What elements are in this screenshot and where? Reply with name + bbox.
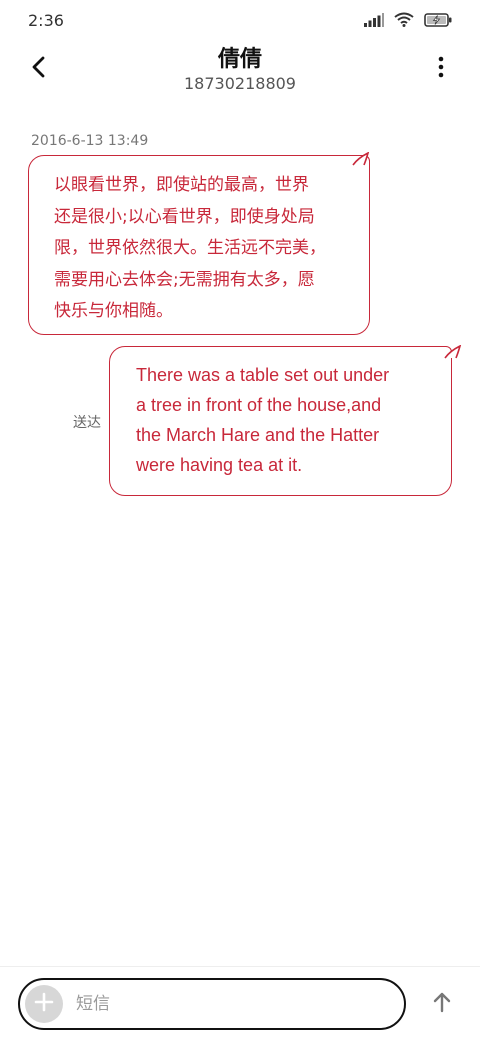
message-line: 还是很小;以心看世界，即使身处局	[54, 206, 315, 227]
status-icons	[364, 12, 452, 27]
message-line: 快乐与你相随。	[54, 301, 173, 321]
message-timestamp: 2016-6-13 13:49	[31, 133, 149, 149]
composer-divider	[0, 966, 480, 967]
contact-number: 18730218809	[184, 74, 296, 93]
more-vertical-icon	[438, 56, 444, 82]
incoming-message-text: 以眼看世界，即使站的最高，世界 还是很小;以心看世界，即使身处局 限，世界依然很…	[54, 170, 354, 328]
wifi-icon	[394, 12, 414, 27]
message-line: 以眼看世界，即使站的最高，世界	[54, 175, 309, 195]
back-arrow-icon	[31, 56, 47, 82]
message-line: There was a table set out under	[136, 365, 390, 385]
conversation-header: 倩倩 18730218809	[0, 42, 480, 100]
battery-charging-icon	[424, 12, 452, 27]
message-line: the March Hare and the Hatter	[136, 425, 380, 445]
plus-icon	[34, 992, 54, 1016]
delivery-status: 送达	[73, 415, 101, 431]
send-arrow-icon	[432, 991, 452, 1017]
message-line: a tree in front of the house,and	[136, 395, 382, 415]
bubble-tail	[444, 345, 462, 359]
message-line: 限，世界依然很大。生活远不完美，	[54, 238, 326, 258]
back-button[interactable]	[22, 52, 56, 86]
sms-input[interactable]	[76, 990, 376, 1018]
message-line: 需要用心去体会;无需拥有太多，愿	[54, 269, 315, 290]
more-options-button[interactable]	[424, 52, 458, 86]
status-time: 2:36	[28, 11, 64, 30]
bubble-tail	[352, 152, 370, 166]
contact-title: 倩倩 18730218809	[90, 46, 390, 94]
message-line: were having tea at it.	[136, 455, 303, 475]
conversation-screen: 2:36 倩倩 18730218809 2016-6-13 13:49 以眼看世…	[0, 0, 480, 1040]
outgoing-message-text: There was a table set out under a tree i…	[136, 360, 436, 480]
status-bar: 2:36	[0, 0, 480, 42]
contact-name: 倩倩	[217, 47, 262, 72]
signal-icon	[364, 12, 384, 27]
send-button[interactable]	[426, 988, 458, 1020]
add-attachment-button[interactable]	[25, 985, 63, 1023]
